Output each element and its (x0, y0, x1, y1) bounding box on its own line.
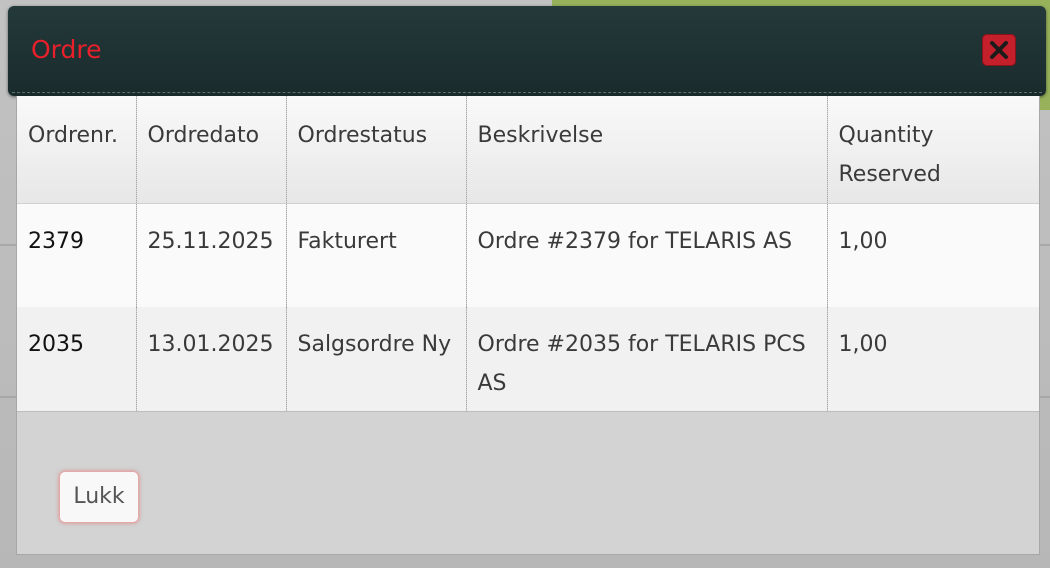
description-cell: Ordre #2035 for TELARIS PCS AS (465, 307, 827, 411)
order-date-cell: 13.01.2025 (135, 307, 286, 411)
quantity-reserved-cell: 1,00 (826, 203, 1039, 307)
column-header-quantity-reserved[interactable]: Quantity Reserved (826, 96, 1039, 204)
dialog-titlebar: Ordre (8, 6, 1046, 96)
column-header-description[interactable]: Beskrivelse (465, 96, 827, 204)
order-status-cell: Fakturert (285, 203, 466, 307)
column-header-order-date[interactable]: Ordredato (135, 96, 286, 204)
table-header-row: Ordrenr. Ordredato Ordrestatus Beskrivel… (17, 96, 1039, 204)
table-row[interactable]: 2379 25.11.2025 Fakturert Ordre #2379 fo… (17, 203, 1039, 307)
orders-table: Ordrenr. Ordredato Ordrestatus Beskrivel… (17, 96, 1039, 412)
order-status-cell: Salgsordre Ny (285, 307, 466, 411)
column-header-order-no[interactable]: Ordrenr. (17, 96, 136, 204)
column-header-order-status[interactable]: Ordrestatus (285, 96, 466, 204)
order-dialog: Ordre Ordrenr. Ordredato Ordrestatus Bes (8, 6, 1046, 562)
order-date-cell: 25.11.2025 (135, 203, 286, 307)
lukk-button[interactable]: Lukk (59, 471, 139, 523)
dialog-body: Ordrenr. Ordredato Ordrestatus Beskrivel… (16, 96, 1040, 555)
close-icon (990, 41, 1008, 59)
quantity-reserved-cell: 1,00 (826, 307, 1039, 411)
close-button[interactable] (982, 34, 1016, 66)
table-row[interactable]: 2035 13.01.2025 Salgsordre Ny Ordre #203… (17, 307, 1039, 411)
description-cell: Ordre #2379 for TELARIS AS (465, 203, 827, 307)
dialog-title: Ordre (31, 35, 102, 64)
order-number-cell: 2379 (28, 228, 84, 254)
order-number-cell: 2035 (28, 332, 84, 357)
